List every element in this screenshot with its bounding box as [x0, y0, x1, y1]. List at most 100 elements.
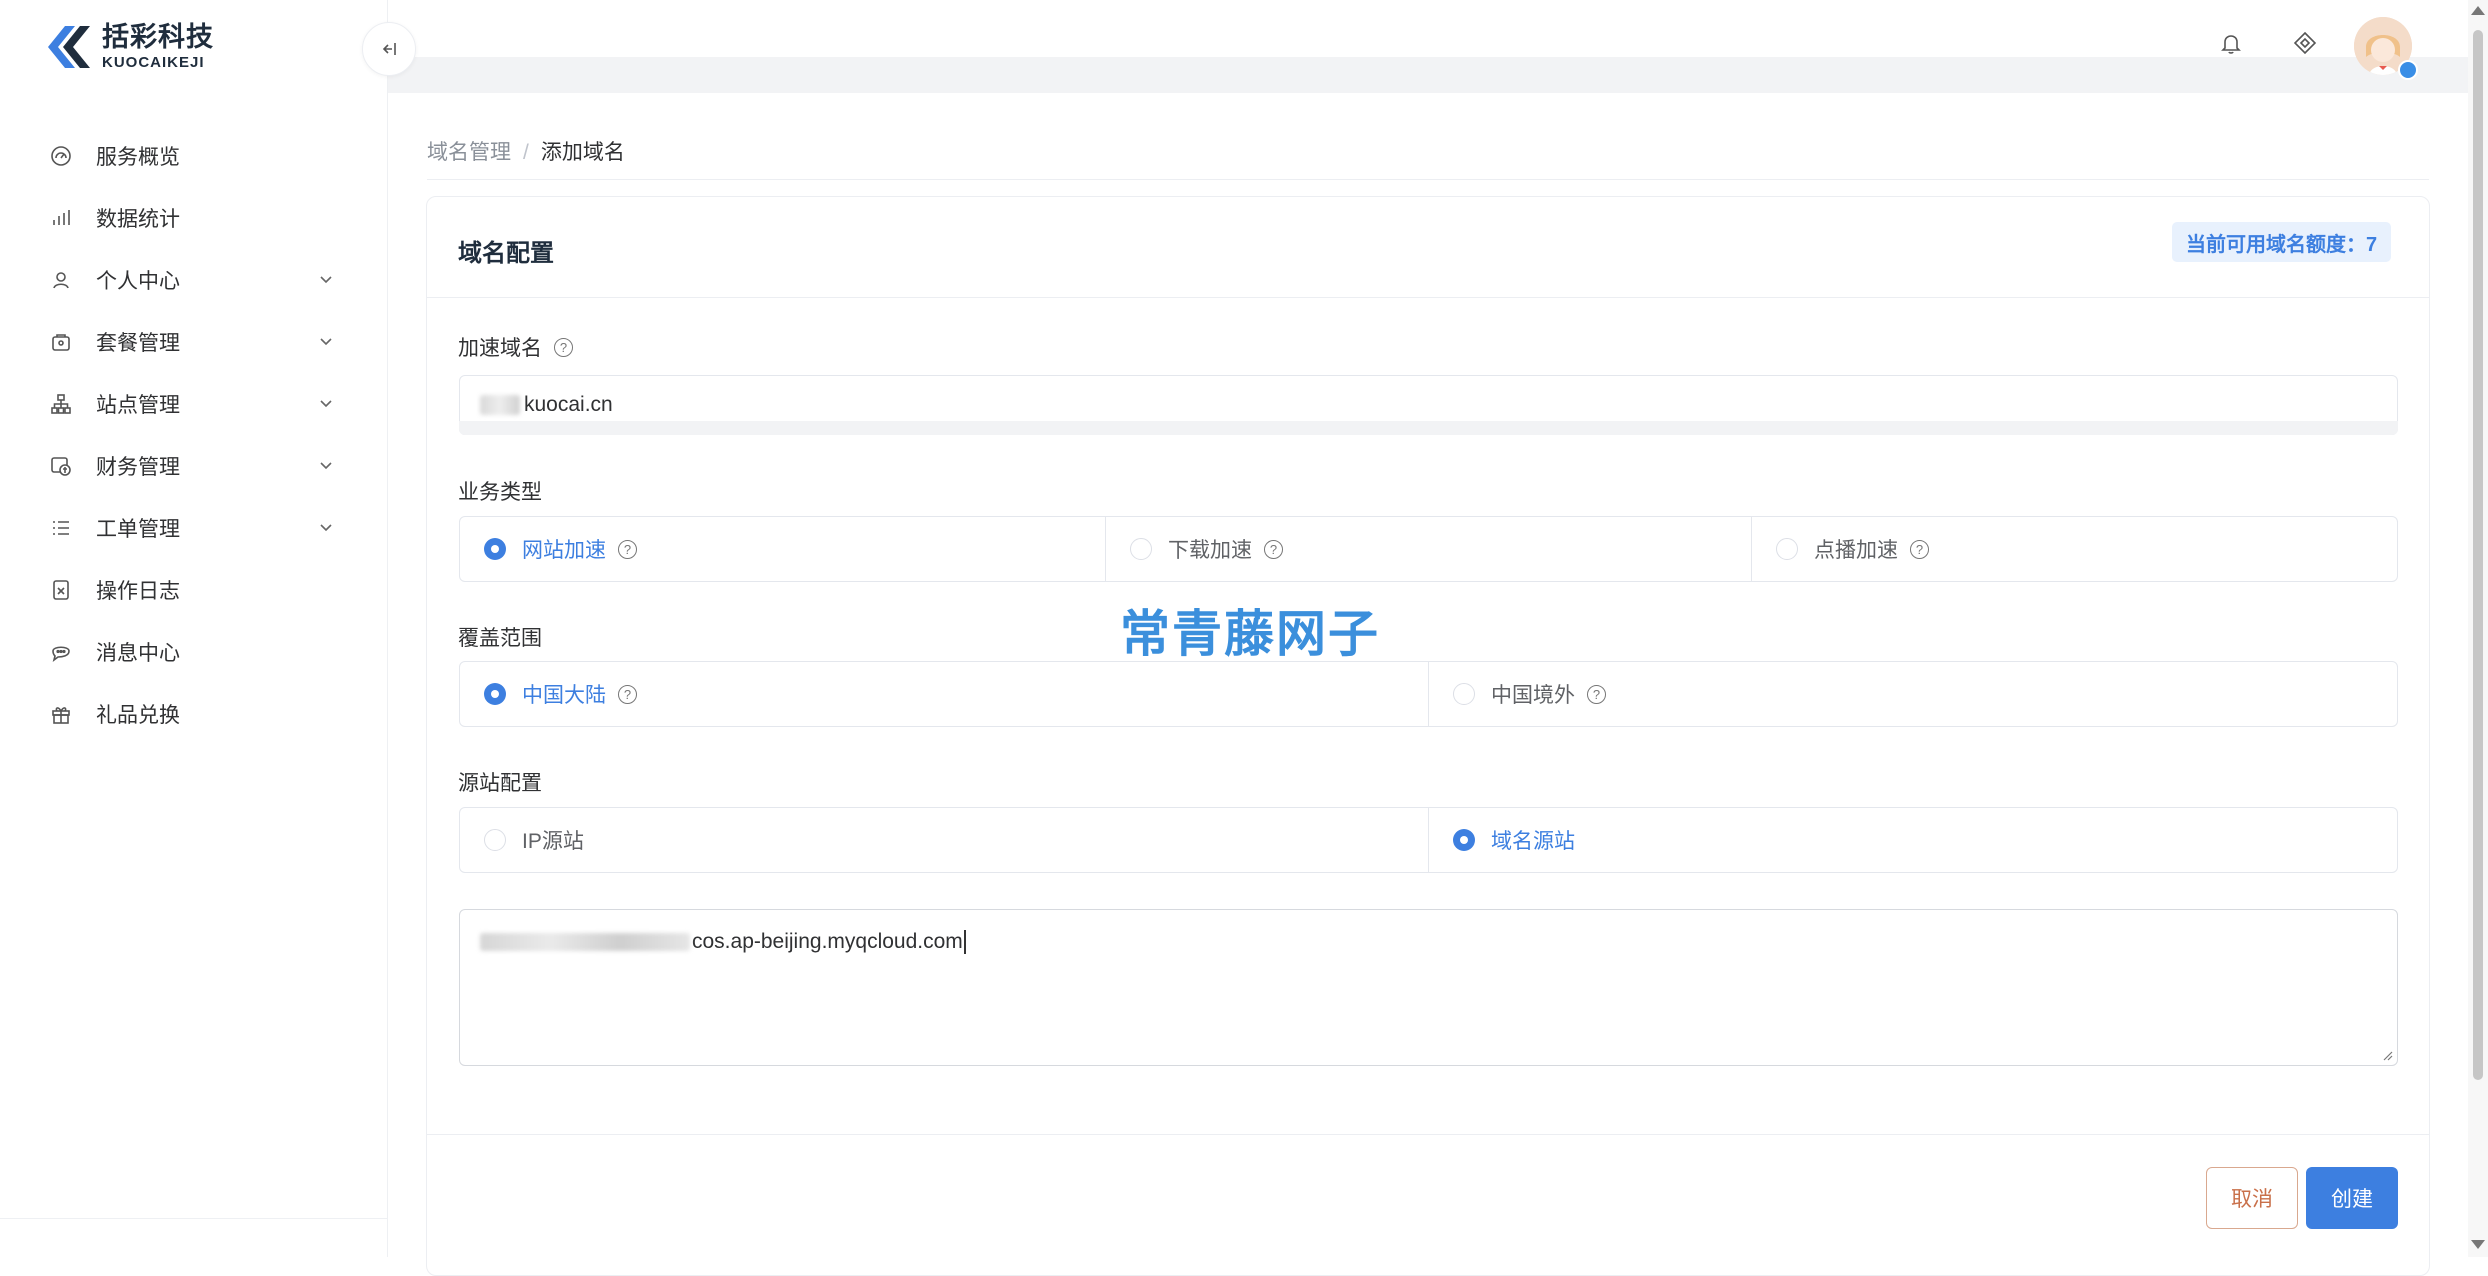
- sidebar-divider: [0, 1218, 388, 1219]
- breadcrumb: 域名管理 / 添加域名: [427, 136, 625, 166]
- bell-icon[interactable]: [2218, 30, 2244, 56]
- finance-icon: [50, 455, 72, 477]
- sidebar-item-label: 服务概览: [96, 146, 180, 169]
- radio-website-accel[interactable]: 网站加速 ?: [460, 517, 1105, 581]
- scroll-down-icon[interactable]: [2471, 1240, 2485, 1249]
- radio-domain-origin[interactable]: 域名源站: [1428, 808, 2397, 872]
- scrollbar-thumb[interactable]: [2473, 30, 2483, 1080]
- chevron-down-icon: [320, 524, 332, 532]
- user-icon: [50, 269, 72, 291]
- dashboard-icon: [50, 145, 72, 167]
- radio-label: 域名源站: [1491, 830, 1575, 853]
- chevron-down-icon: [320, 400, 332, 408]
- sidebar-menu: 服务概览 数据统计 个人中心 套餐管理 站点管理 财务管理 工单管理 操作日志 …: [0, 125, 388, 745]
- redacted-text: [480, 395, 520, 415]
- sidebar-item-ticket-mgmt[interactable]: 工单管理: [0, 497, 388, 559]
- create-button[interactable]: 创建: [2306, 1167, 2398, 1229]
- help-icon[interactable]: ?: [554, 337, 573, 357]
- quota-badge: 当前可用域名额度：7: [2172, 222, 2392, 262]
- domain-input-value: kuocai.cn: [524, 393, 613, 416]
- radio-mainland-china[interactable]: 中国大陆 ?: [460, 662, 1428, 726]
- brand-name-en: KUOCAIKEJI: [102, 54, 205, 71]
- message-icon: [50, 641, 72, 663]
- breadcrumb-current: 添加域名: [540, 141, 625, 164]
- coverage-radio-group: 中国大陆 ? 中国境外 ?: [459, 661, 2398, 727]
- breadcrumb-parent-link[interactable]: 域名管理: [427, 141, 511, 164]
- business-type-label: 业务类型: [458, 476, 542, 506]
- radio-label: 点播加速: [1814, 539, 1898, 562]
- chevron-down-icon: [320, 462, 332, 470]
- diamond-icon[interactable]: [2292, 30, 2318, 56]
- collapse-left-icon: [382, 43, 396, 55]
- radio-vod-accel[interactable]: 点播加速 ?: [1751, 517, 2397, 581]
- logo-icon: [40, 22, 94, 72]
- online-status-dot: [2398, 60, 2418, 80]
- radio-label: 中国境外: [1491, 684, 1575, 707]
- sidebar-item-personal-center[interactable]: 个人中心: [0, 249, 388, 311]
- radio-checked-icon: [484, 683, 506, 705]
- sidebar-item-gift-exchange[interactable]: 礼品兑换: [0, 683, 388, 745]
- header-band: [388, 57, 2468, 93]
- collapse-sidebar-button[interactable]: [362, 22, 416, 76]
- sidebar-item-finance-mgmt[interactable]: 财务管理: [0, 435, 388, 497]
- radio-label: 中国大陆: [522, 684, 606, 707]
- chevron-down-icon: [320, 338, 332, 346]
- sidebar-item-package-mgmt[interactable]: 套餐管理: [0, 311, 388, 373]
- sidebar-item-label: 套餐管理: [96, 332, 180, 355]
- domain-config-card: [426, 196, 2430, 1276]
- origin-config-label: 源站配置: [458, 767, 542, 797]
- sidebar-item-label: 个人中心: [96, 270, 180, 293]
- sidebar-item-label: 数据统计: [96, 208, 180, 231]
- sidebar-item-service-overview[interactable]: 服务概览: [0, 125, 388, 187]
- coverage-label-text: 覆盖范围: [458, 627, 542, 650]
- sidebar-item-label: 工单管理: [96, 518, 180, 541]
- sidebar-item-site-mgmt[interactable]: 站点管理: [0, 373, 388, 435]
- bar-chart-icon: [50, 207, 72, 229]
- radio-outside-china[interactable]: 中国境外 ?: [1428, 662, 2397, 726]
- radio-checked-icon: [1453, 829, 1475, 851]
- radio-unchecked-icon: [1453, 683, 1475, 705]
- radio-unchecked-icon: [484, 829, 506, 851]
- origin-domain-value: cos.ap-beijing.myqcloud.com: [692, 930, 963, 953]
- help-icon[interactable]: ?: [1264, 539, 1283, 559]
- list-icon: [50, 517, 72, 539]
- breadcrumb-separator: /: [523, 141, 529, 164]
- resize-grip-icon[interactable]: [2381, 1049, 2393, 1061]
- cancel-button[interactable]: 取消: [2206, 1167, 2298, 1229]
- sidebar-item-label: 礼品兑换: [96, 704, 180, 727]
- radio-label: 下载加速: [1168, 539, 1252, 562]
- watermark-text: 常青藤网子: [1120, 606, 1380, 662]
- help-icon[interactable]: ?: [1587, 684, 1606, 704]
- radio-label: 网站加速: [522, 539, 606, 562]
- sidebar-item-label: 消息中心: [96, 642, 180, 665]
- card-footer-divider: [427, 1134, 2429, 1135]
- sidebar-item-message-center[interactable]: 消息中心: [0, 621, 388, 683]
- sidebar-item-label: 操作日志: [96, 580, 180, 603]
- domain-input-disabled-band: [459, 421, 2398, 435]
- radio-unchecked-icon: [1776, 538, 1798, 560]
- sidebar-item-data-stats[interactable]: 数据统计: [0, 187, 388, 249]
- card-header-divider: [427, 297, 2429, 298]
- help-icon[interactable]: ?: [1910, 539, 1929, 559]
- domain-label-text: 加速域名: [458, 337, 542, 360]
- redacted-text: [480, 933, 690, 951]
- radio-download-accel[interactable]: 下载加速 ?: [1105, 517, 1751, 581]
- help-icon[interactable]: ?: [618, 684, 637, 704]
- breadcrumb-divider: [427, 179, 2429, 180]
- sidebar-item-operation-log[interactable]: 操作日志: [0, 559, 388, 621]
- chevron-down-icon: [320, 276, 332, 284]
- radio-unchecked-icon: [1130, 538, 1152, 560]
- domain-field-label: 加速域名 ?: [458, 332, 573, 362]
- text-caret: [963, 930, 966, 954]
- help-icon[interactable]: ?: [618, 539, 637, 559]
- brand-logo[interactable]: 括彩科技 KUOCAIKEJI: [40, 22, 214, 72]
- scroll-up-icon[interactable]: [2471, 6, 2485, 15]
- package-icon: [50, 331, 72, 353]
- origin-domain-textarea[interactable]: cos.ap-beijing.myqcloud.com: [459, 909, 2398, 1066]
- log-icon: [50, 579, 72, 601]
- sidebar-item-label: 财务管理: [96, 456, 180, 479]
- sidebar: 括彩科技 KUOCAIKEJI 服务概览 数据统计 个人中心 套餐管理 站点管理…: [0, 0, 388, 1257]
- radio-ip-origin[interactable]: IP源站: [460, 808, 1428, 872]
- coverage-label: 覆盖范围: [458, 622, 542, 652]
- brand-name-cn: 括彩科技: [102, 22, 214, 52]
